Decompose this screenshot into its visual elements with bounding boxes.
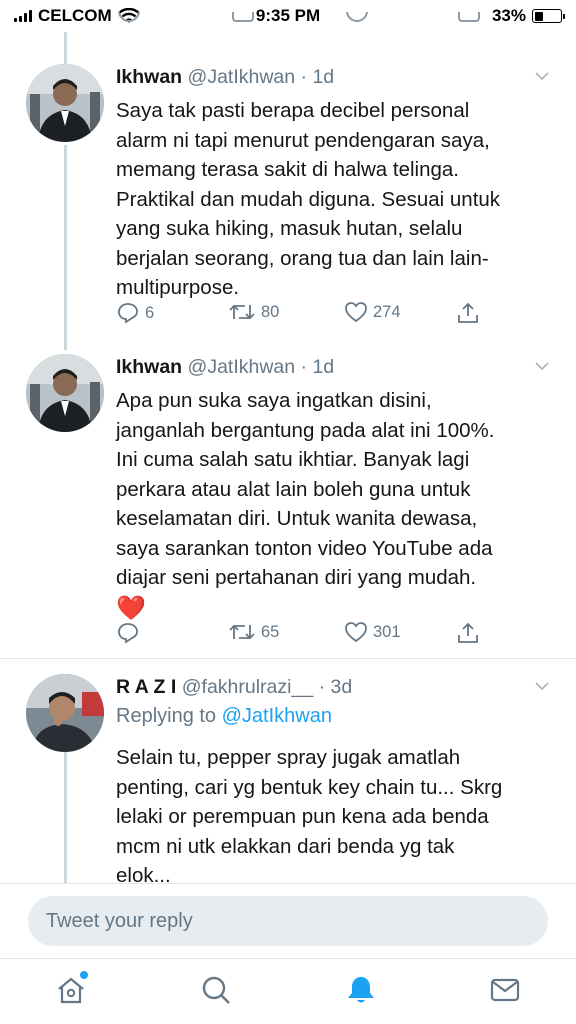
- display-name[interactable]: R A Z I: [116, 676, 176, 698]
- retweet-button[interactable]: 80: [228, 301, 279, 323]
- previous-tweet-actions: [0, 12, 576, 34]
- tweet-line: multipurpose.: [116, 276, 240, 299]
- avatar[interactable]: [26, 354, 104, 432]
- replying-to-label: Replying to: [116, 705, 217, 727]
- heart-icon: [345, 622, 367, 643]
- avatar[interactable]: [26, 674, 104, 752]
- heart-emoji: ❤️: [116, 593, 146, 622]
- share-button[interactable]: [456, 301, 480, 325]
- reply-icon: [118, 303, 138, 324]
- tweet-line: diajar seni pertahanan diri yang mudah.: [116, 566, 477, 589]
- messages-icon: [490, 978, 520, 1002]
- notification-dot: [80, 971, 88, 979]
- retweet-icon: [229, 624, 255, 640]
- tweet-text: Saya tak pasti berapa decibel personal a…: [116, 96, 550, 303]
- handle[interactable]: @fakhrulrazi__: [182, 676, 313, 698]
- tweet-meta: R A Z I @fakhrulrazi__ · 3d: [116, 674, 550, 700]
- tab-home[interactable]: [54, 971, 88, 1007]
- timestamp: · 1d: [300, 356, 335, 378]
- tweet-meta: Ikhwan @JatIkhwan · 1d: [116, 64, 550, 90]
- tweet-line: Apa pun suka saya ingatkan disini,: [116, 389, 432, 412]
- tweet-line: berjalan seorang, orang tua dan lain lai…: [116, 246, 489, 270]
- tweet-line: penting, cari yg bentuk key chain tu... …: [116, 775, 503, 799]
- reply-icon[interactable]: [118, 12, 140, 22]
- retweet-count: 65: [261, 622, 280, 641]
- share-icon: [458, 622, 478, 643]
- tweet-line: Saya tak pasti berapa decibel personal: [116, 99, 470, 122]
- like-icon[interactable]: [346, 12, 368, 22]
- like-count: 274: [373, 302, 401, 321]
- reply-button[interactable]: [116, 621, 145, 645]
- display-name[interactable]: Ikhwan: [116, 66, 182, 88]
- reply-bar: Tweet your reply: [0, 883, 576, 959]
- retweet-icon[interactable]: [232, 12, 254, 22]
- like-button[interactable]: 301: [344, 621, 401, 643]
- reply-button[interactable]: 6: [116, 301, 154, 325]
- tab-notifications[interactable]: [344, 973, 378, 1007]
- reply-input[interactable]: Tweet your reply: [28, 896, 548, 946]
- tweet-line: Praktikal dan mudah diguna. Sesuai untuk: [116, 187, 501, 211]
- tab-messages[interactable]: [488, 973, 522, 1007]
- like-count: 301: [373, 622, 401, 641]
- tweet-text: Selain tu, pepper spray jugak amatlah pe…: [116, 743, 550, 891]
- retweet-button[interactable]: 65: [228, 621, 279, 643]
- tweet-line: memang terasa sakit di halwa telinga.: [116, 158, 459, 181]
- share-icon: [458, 302, 478, 323]
- notifications-icon: [348, 977, 374, 1003]
- tweet[interactable]: Ikhwan @JatIkhwan · 1d Saya tak pasti be…: [0, 64, 576, 344]
- replying-to: Replying to @JatIkhwan: [116, 703, 550, 729]
- tweet-actions: 6 80 274: [116, 301, 478, 327]
- tweet-actions: 65 301: [116, 621, 478, 647]
- tweet-line: keselamatan diri. Untuk wanita dewasa,: [116, 507, 478, 530]
- avatar[interactable]: [26, 64, 104, 142]
- retweet-icon: [229, 304, 255, 320]
- retweet-count: 80: [261, 302, 280, 321]
- tweet-line: janganlah bergantung pada alat ini 100%.: [116, 418, 495, 442]
- tweet-line: lelaki or perempuan pun kena ada benda: [116, 805, 489, 828]
- handle[interactable]: @JatIkhwan: [188, 66, 296, 88]
- tweet-line: saya sarankan tonton video YouTube ada: [116, 536, 493, 560]
- search-icon: [202, 976, 230, 1004]
- tweet[interactable]: Ikhwan @JatIkhwan · 1d Apa pun suka saya…: [0, 354, 576, 656]
- tweet-line: alarm ni tapi menurut pendengaran saya,: [116, 128, 490, 152]
- replying-to-handle[interactable]: @JatIkhwan: [222, 705, 332, 727]
- tweet[interactable]: R A Z I @fakhrulrazi__ · 3d Replying to …: [0, 674, 576, 887]
- chevron-down-icon[interactable]: [534, 358, 550, 374]
- timestamp: · 1d: [300, 66, 335, 88]
- tweet-line: Selain tu, pepper spray jugak amatlah: [116, 746, 461, 769]
- thread-line: [64, 32, 67, 64]
- chevron-down-icon[interactable]: [534, 68, 550, 84]
- tab-bar: [0, 958, 576, 1024]
- divider: [0, 658, 576, 659]
- tab-search[interactable]: [199, 973, 233, 1007]
- tweet-meta: Ikhwan @JatIkhwan · 1d: [116, 354, 550, 380]
- heart-icon: [345, 302, 367, 323]
- chevron-down-icon[interactable]: [534, 678, 550, 694]
- reply-count: 6: [145, 303, 155, 322]
- tweet-line: perkara atau alat lain boleh guna untuk: [116, 477, 471, 501]
- like-button[interactable]: 274: [344, 301, 401, 323]
- tweet-text: Apa pun suka saya ingatkan disini, janga…: [116, 386, 550, 623]
- display-name[interactable]: Ikhwan: [116, 356, 182, 378]
- share-button[interactable]: [456, 621, 480, 645]
- tweet-line: Ini cuma salah satu ikhtiar. Banyak lagi: [116, 448, 470, 471]
- timestamp: · 3d: [318, 676, 353, 698]
- share-icon[interactable]: [458, 12, 480, 22]
- handle[interactable]: @JatIkhwan: [188, 356, 296, 378]
- reply-icon: [118, 623, 138, 644]
- tweet-line: mcm ni utk elakkan dari benda yg tak: [116, 834, 455, 858]
- tweet-line: yang suka hiking, masuk hutan, selalu: [116, 217, 463, 240]
